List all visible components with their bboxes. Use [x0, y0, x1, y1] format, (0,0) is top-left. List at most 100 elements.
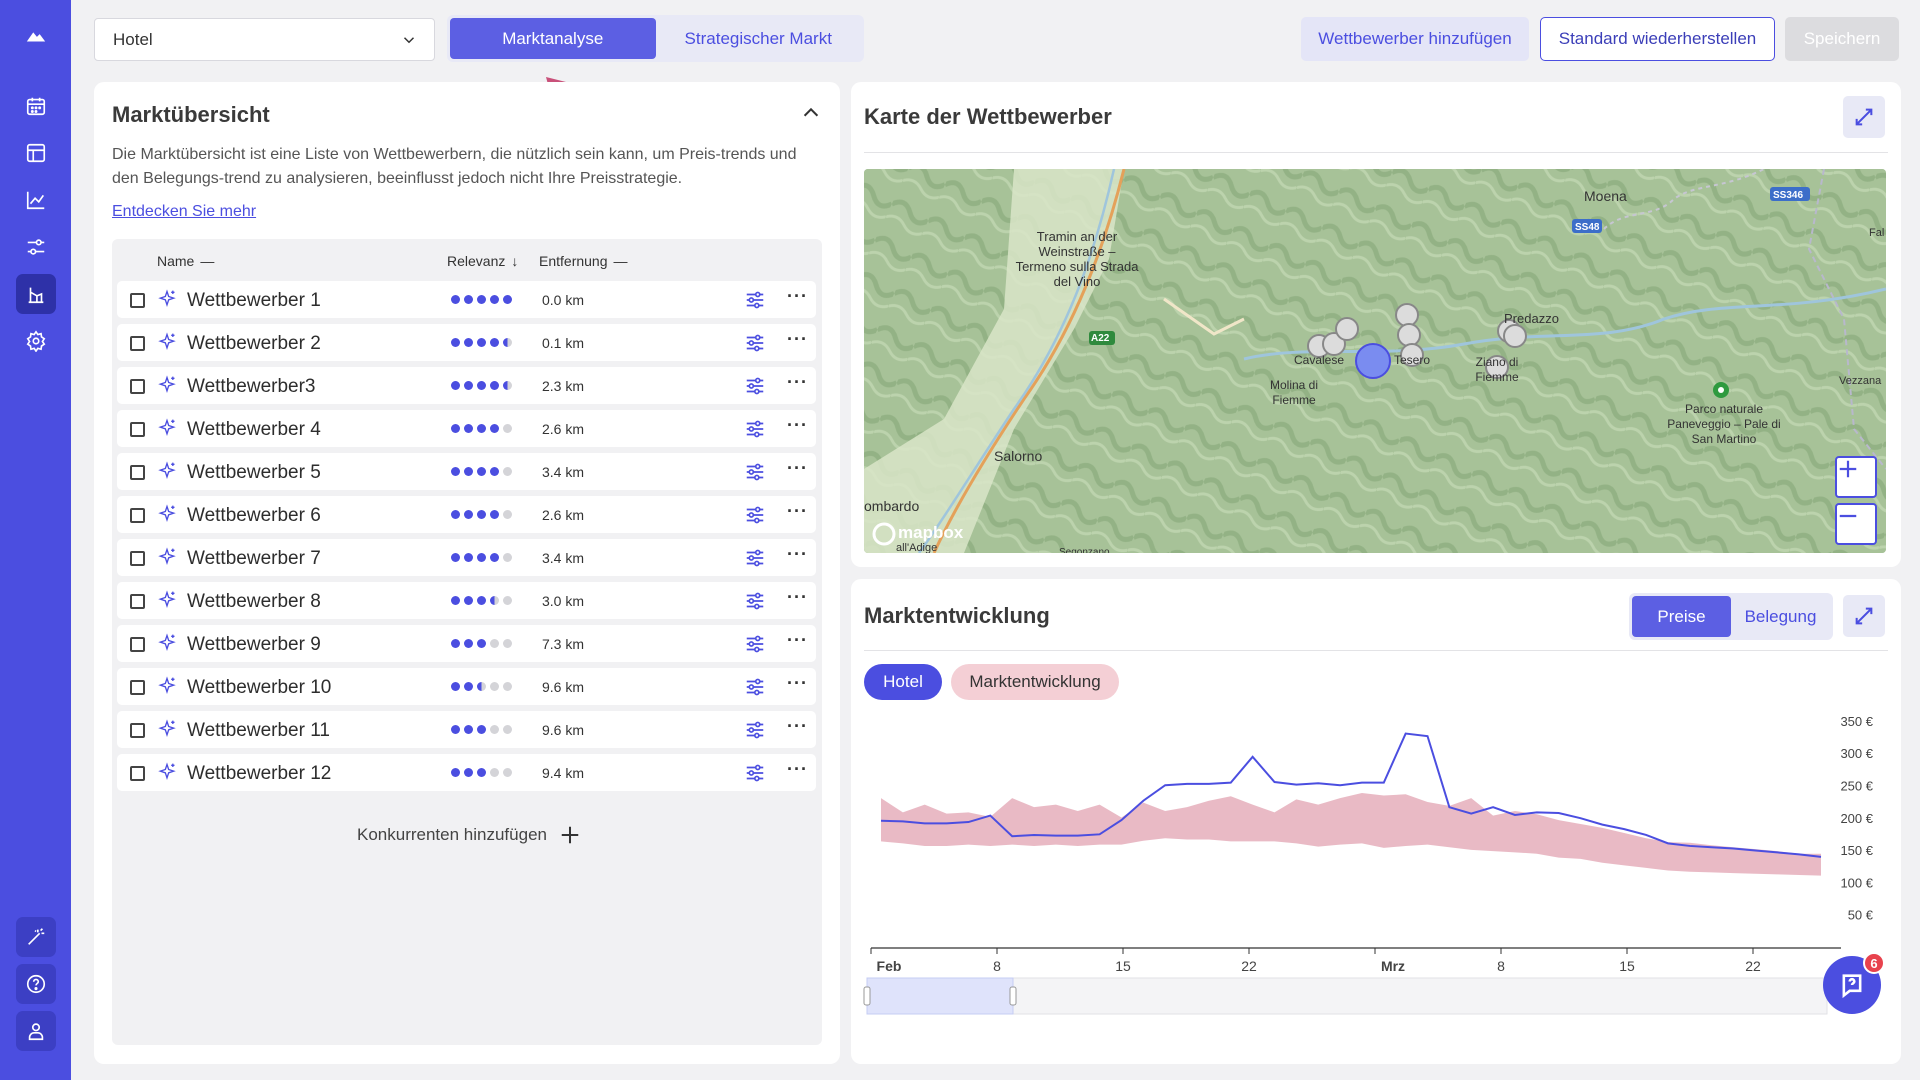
market-icon[interactable] [16, 274, 56, 314]
map-view[interactable]: Moena Tramin an der Weinstraße – Termeno… [864, 169, 1886, 553]
sparkle-icon [158, 719, 176, 737]
relevance-rating [451, 553, 512, 562]
more-options-icon[interactable]: ··· [787, 329, 808, 350]
learn-more-link[interactable]: Entdecken Sie mehr [112, 203, 256, 221]
help-chat-button[interactable]: 6 [1823, 952, 1885, 1014]
table-row[interactable]: Wettbewerber 10 9.6 km ··· [117, 668, 816, 705]
layout-icon[interactable] [16, 133, 56, 173]
sliders-icon[interactable] [744, 676, 766, 698]
more-options-icon[interactable]: ··· [787, 630, 808, 651]
competitor-name: Wettbewerber 4 [187, 419, 321, 440]
tab-belegung[interactable]: Belegung [1731, 596, 1830, 637]
restore-defaults-button[interactable]: Standard wiederherstellen [1540, 17, 1775, 61]
column-distance[interactable]: Entfernung — [539, 253, 628, 269]
save-button[interactable]: Speichern [1785, 17, 1899, 61]
more-options-icon[interactable]: ··· [787, 716, 808, 737]
relevance-dot [490, 682, 499, 691]
relevance-dot [464, 682, 473, 691]
relevance-dot [477, 510, 486, 519]
settings-icon[interactable] [16, 321, 56, 361]
sparkle-icon [158, 676, 176, 694]
legend-market-toggle[interactable]: Marktentwicklung [951, 664, 1119, 700]
calendar-icon[interactable] [16, 86, 56, 126]
sliders-icon[interactable] [744, 633, 766, 655]
market-trend-chart[interactable]: 50 € 100 € 150 € 200 € 250 € 300 € 350 € Feb 8 1… [851, 709, 1901, 1054]
table-row[interactable]: Wettbewerber 7 3.4 km ··· [117, 539, 816, 576]
zoom-out-button[interactable] [1835, 503, 1877, 545]
map-label-salorno: Salorno [994, 448, 1043, 464]
table-row[interactable]: Wettbewerber 2 0.1 km ··· [117, 324, 816, 361]
sliders-icon[interactable] [744, 547, 766, 569]
more-options-icon[interactable]: ··· [787, 415, 808, 436]
competitor-name: Wettbewerber 10 [187, 677, 332, 698]
logo-icon[interactable] [16, 16, 56, 56]
tab-strategischer-markt[interactable]: Strategischer Markt [656, 18, 862, 59]
more-options-icon[interactable]: ··· [787, 587, 808, 608]
chevron-up-icon[interactable] [800, 102, 822, 124]
range-slider-selection[interactable] [866, 977, 1014, 1015]
more-options-icon[interactable]: ··· [787, 673, 808, 694]
table-row[interactable]: Wettbewerber 4 2.6 km ··· [117, 410, 816, 447]
table-row[interactable]: Wettbewerber 11 9.6 km ··· [117, 711, 816, 748]
more-options-icon[interactable]: ··· [787, 286, 808, 307]
more-options-icon[interactable]: ··· [787, 372, 808, 393]
range-slider-handle-right[interactable] [1009, 986, 1017, 1006]
more-options-icon[interactable]: ··· [787, 458, 808, 479]
table-row[interactable]: Wettbewerber 9 7.3 km ··· [117, 625, 816, 662]
sliders-icon[interactable] [16, 227, 56, 267]
row-checkbox[interactable] [130, 637, 145, 652]
hotel-select[interactable]: Hotel [94, 18, 435, 61]
sliders-icon[interactable] [744, 332, 766, 354]
row-checkbox[interactable] [130, 766, 145, 781]
column-name[interactable]: Name — [157, 253, 214, 269]
help-circle-icon[interactable] [16, 964, 56, 1004]
more-options-icon[interactable]: ··· [787, 501, 808, 522]
more-options-icon[interactable]: ··· [787, 759, 808, 780]
magic-wand-icon[interactable] [16, 917, 56, 957]
range-slider-handle-left[interactable] [863, 986, 871, 1006]
row-checkbox[interactable] [130, 508, 145, 523]
row-checkbox[interactable] [130, 465, 145, 480]
relevance-dot [490, 424, 499, 433]
sliders-icon[interactable] [744, 504, 766, 526]
more-options-icon[interactable]: ··· [787, 544, 808, 565]
map-label-predazzo: Predazzo [1504, 311, 1559, 326]
legend-hotel-toggle[interactable]: Hotel [864, 664, 942, 700]
column-relevance[interactable]: Relevanz ↓ [447, 253, 518, 269]
sliders-icon[interactable] [744, 375, 766, 397]
zoom-in-button[interactable] [1835, 456, 1877, 498]
relevance-dot [464, 424, 473, 433]
sparkle-icon [158, 461, 176, 479]
table-row[interactable]: Wettbewerber 1 0.0 km ··· [117, 281, 816, 318]
row-checkbox[interactable] [130, 594, 145, 609]
row-checkbox[interactable] [130, 336, 145, 351]
row-checkbox[interactable] [130, 551, 145, 566]
tab-preise[interactable]: Preise [1632, 596, 1731, 637]
table-row[interactable]: Wettbewerber 6 2.6 km ··· [117, 496, 816, 533]
row-checkbox[interactable] [130, 379, 145, 394]
relevance-dot [490, 338, 499, 347]
row-checkbox[interactable] [130, 422, 145, 437]
sliders-icon[interactable] [744, 289, 766, 311]
add-competitor-button[interactable]: Wettbewerber hinzufügen [1301, 17, 1529, 61]
relevance-dot [503, 725, 512, 734]
user-icon[interactable] [16, 1011, 56, 1051]
row-checkbox[interactable] [130, 723, 145, 738]
sliders-icon[interactable] [744, 762, 766, 784]
sliders-icon[interactable] [744, 719, 766, 741]
add-competitors-button[interactable]: Konkurrenten hinzufügen [357, 824, 581, 846]
sliders-icon[interactable] [744, 590, 766, 612]
competitor-distance: 0.1 km [542, 335, 585, 351]
sliders-icon[interactable] [744, 418, 766, 440]
tab-marktanalyse[interactable]: Marktanalyse [450, 18, 656, 59]
table-row[interactable]: Wettbewerber3 2.3 km ··· [117, 367, 816, 404]
expand-map-button[interactable] [1843, 96, 1885, 138]
sliders-icon[interactable] [744, 461, 766, 483]
table-row[interactable]: Wettbewerber 5 3.4 km ··· [117, 453, 816, 490]
chart-line-icon[interactable] [16, 180, 56, 220]
table-row[interactable]: Wettbewerber 12 9.4 km ··· [117, 754, 816, 791]
expand-chart-button[interactable] [1843, 595, 1885, 637]
row-checkbox[interactable] [130, 680, 145, 695]
table-row[interactable]: Wettbewerber 8 3.0 km ··· [117, 582, 816, 619]
row-checkbox[interactable] [130, 293, 145, 308]
